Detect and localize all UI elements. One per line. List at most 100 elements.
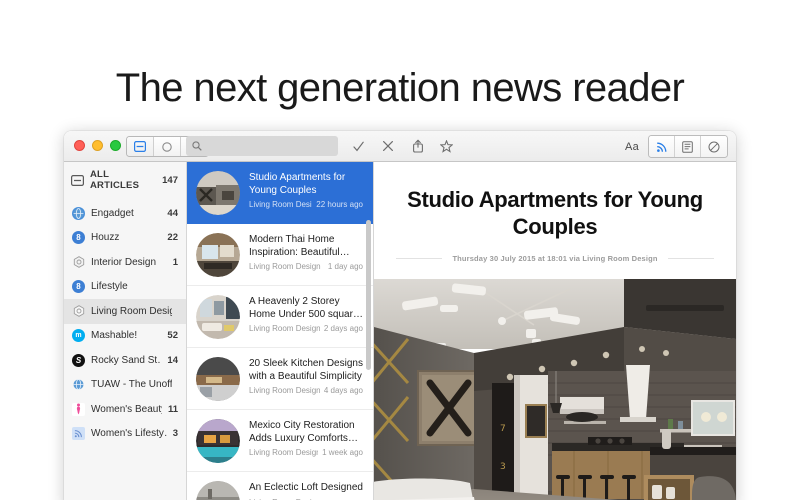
list-item[interactable]: Mexico City Restoration Adds Luxury Comf… [187, 410, 373, 472]
rss-view-button[interactable] [649, 136, 675, 157]
maximize-window-button[interactable] [110, 140, 121, 151]
sidebar-item-label: Lifestyle [91, 281, 128, 293]
list-item[interactable]: An Eclectic Loft Designed Living Room De… [187, 472, 373, 500]
inbox-icon [71, 174, 84, 186]
screenshot-root: The next generation news reader Aa ALL A… [0, 0, 800, 500]
star-icon [439, 139, 453, 153]
article-thumbnail [196, 419, 240, 463]
article-byline: Thursday 30 July 2015 at 18:01 via Livin… [452, 254, 658, 263]
list-item-feed: Living Room Design [249, 386, 320, 395]
list-item-subtitle: Living Room Design 2 days ago [249, 324, 363, 333]
right-toolbar-group: Aa [616, 135, 728, 158]
article-icon [682, 140, 693, 153]
svg-text:3: 3 [500, 462, 506, 472]
search-field[interactable] [186, 136, 338, 156]
list-item-time: 2 days ago [323, 324, 363, 333]
sidebar: ALL ARTICLES 147 Engadget 44 8 Houzz 22 … [64, 162, 187, 500]
list-item-feed: Living Room Design [249, 324, 320, 333]
list-item-title: A Heavenly 2 Storey Home Under 500 squar… [249, 296, 359, 320]
sidebar-item-label: Mashable! [91, 330, 138, 342]
sidebar-item-count: 52 [167, 330, 178, 342]
article-detail-pane: Studio Apartments for Young Couples Thur… [374, 162, 736, 500]
houzz-icon: 8 [72, 280, 85, 294]
view-mode-segmented-control[interactable] [648, 135, 728, 158]
mark-unread-button[interactable] [376, 135, 400, 157]
sidebar-item-label: Interior Design [91, 256, 157, 268]
article-thumbnail [196, 171, 240, 215]
share-icon [412, 139, 424, 153]
list-item-time: 1 day ago [327, 262, 363, 271]
sidebar-item-label: Living Room Design [91, 305, 172, 317]
list-item-meta: Studio Apartments for Young Couples Livi… [249, 171, 363, 214]
sidebar-feed-list: Engadget 44 8 Houzz 22 Interior Design 1… [64, 201, 186, 446]
list-item-title: Mexico City Restoration Adds Luxury Comf… [249, 420, 355, 444]
mashable-icon: m [72, 329, 85, 343]
list-item-feed: Living Room Design [249, 448, 319, 457]
list-item-time: 1 week ago [322, 448, 363, 457]
unread-view-button[interactable] [154, 137, 181, 156]
list-item[interactable]: Studio Apartments for Young Couples Livi… [187, 162, 373, 224]
hexagon-icon [72, 305, 85, 318]
list-item-meta: A Heavenly 2 Storey Home Under 500 squar… [249, 295, 363, 338]
sidebar-item-lifestyle[interactable]: 8 Lifestyle [64, 275, 186, 300]
sidebar-item-label: Women's Lifesty… [91, 428, 167, 440]
sidebar-item-interior-design[interactable]: Interior Design 1 [64, 250, 186, 275]
article-list[interactable]: Studio Apartments for Young Couples Livi… [187, 162, 374, 500]
byline-rule-right [667, 258, 715, 259]
sidebar-item-count: 22 [167, 232, 178, 244]
article-thumbnail [196, 357, 240, 401]
article-thumbnail [196, 295, 240, 339]
sidebar-item-houzz[interactable]: 8 Houzz 22 [64, 226, 186, 251]
sidebar-item-label: Women's Beauty [91, 403, 162, 415]
article-title: Studio Apartments for Young Couples [407, 187, 703, 239]
rss-icon [72, 427, 85, 441]
all-articles-view-button[interactable] [127, 137, 154, 156]
traffic-lights [74, 140, 121, 151]
mark-read-button[interactable] [346, 135, 370, 157]
rss-icon [656, 141, 668, 153]
reader-view-button[interactable] [675, 136, 701, 157]
sidebar-item-living-room-design[interactable]: Living Room Design [64, 299, 186, 324]
list-item[interactable]: A Heavenly 2 Storey Home Under 500 squar… [187, 286, 373, 348]
sidebar-item-tuaw[interactable]: TUAW - The Unoffi… [64, 373, 186, 398]
list-item-time: 4 days ago [323, 386, 363, 395]
sidebar-item-count: 14 [167, 354, 178, 366]
sidebar-item-mashable[interactable]: m Mashable! 52 [64, 324, 186, 349]
globe-icon [72, 378, 85, 391]
list-item-feed: Living Room Design [249, 200, 312, 209]
minimize-window-button[interactable] [92, 140, 103, 151]
list-item[interactable]: 20 Sleek Kitchen Designs with a Beautifu… [187, 348, 373, 410]
list-item-title: Studio Apartments for Young Couples [249, 172, 346, 196]
star-button[interactable] [434, 135, 458, 157]
article-list-scrollbar[interactable] [366, 220, 371, 370]
sidebar-item-rocky-sand-studio[interactable]: S Rocky Sand St… 14 [64, 348, 186, 373]
sidebar-item-count: 3 [172, 428, 178, 440]
list-item-time: 22 hours ago [316, 200, 363, 209]
article-hero-image: 7 3 [374, 279, 736, 500]
rocky-sand-icon: S [72, 353, 85, 367]
sidebar-item-all-articles[interactable]: ALL ARTICLES 147 [64, 168, 186, 192]
sidebar-item-womens-lifestyle[interactable]: Women's Lifesty… 3 [64, 422, 186, 447]
sidebar-item-label: Rocky Sand St… [91, 354, 162, 366]
list-item-meta: An Eclectic Loft Designed Living Room De… [249, 481, 363, 500]
globe-icon [72, 206, 85, 220]
browser-view-button[interactable] [701, 136, 727, 157]
sidebar-item-label: Engadget [91, 207, 134, 219]
share-button[interactable] [406, 135, 430, 157]
sidebar-item-label: TUAW - The Unoffi… [91, 379, 172, 391]
list-item-meta: Modern Thai Home Inspiration: Beautiful … [249, 233, 363, 276]
list-item[interactable]: Modern Thai Home Inspiration: Beautiful … [187, 224, 373, 286]
close-window-button[interactable] [74, 140, 85, 151]
sidebar-item-engadget[interactable]: Engadget 44 [64, 201, 186, 226]
marketing-headline: The next generation news reader [115, 66, 685, 110]
svg-text:7: 7 [500, 424, 506, 434]
inbox-icon [134, 141, 146, 152]
list-item-subtitle: Living Room Design 1 week ago [249, 448, 363, 457]
window-toolbar: Aa [64, 131, 736, 162]
font-size-button[interactable]: Aa [616, 141, 648, 153]
circle-icon [162, 141, 172, 152]
search-input[interactable] [207, 140, 327, 152]
all-articles-label: ALL ARTICLES [90, 169, 140, 191]
sidebar-item-womens-beauty[interactable]: Women's Beauty 11 [64, 397, 186, 422]
search-icon [192, 141, 202, 151]
